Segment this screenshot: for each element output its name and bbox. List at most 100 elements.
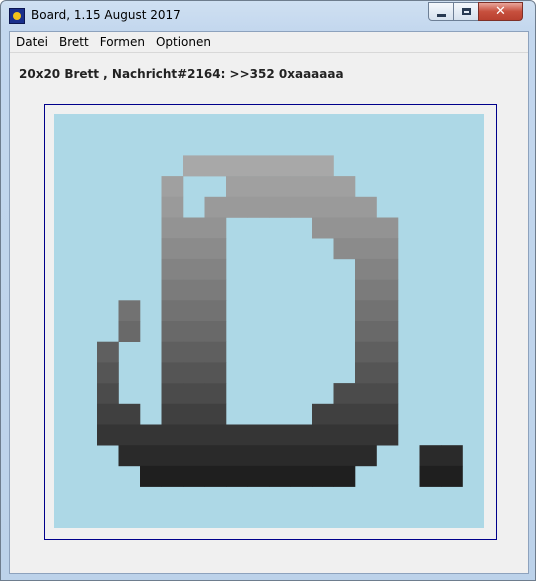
board-cell[interactable] (204, 341, 227, 363)
board-cell[interactable] (269, 465, 291, 487)
board-cell[interactable] (118, 403, 141, 425)
board-cell[interactable] (355, 445, 377, 467)
board-cell[interactable] (355, 279, 377, 301)
board-cell[interactable] (118, 424, 141, 446)
board-cell[interactable] (333, 196, 356, 218)
menu-optionen[interactable]: Optionen (151, 32, 216, 52)
board-cell[interactable] (312, 424, 334, 446)
board-cell[interactable] (419, 445, 442, 467)
board-cell[interactable] (312, 465, 334, 487)
board-cell[interactable] (333, 176, 356, 198)
board-cell[interactable] (376, 403, 399, 425)
board-cell[interactable] (355, 383, 377, 405)
board-cell[interactable] (376, 341, 399, 363)
board-cell[interactable] (97, 424, 119, 446)
board-cell[interactable] (226, 424, 248, 446)
board-cell[interactable] (226, 445, 248, 467)
board-cell[interactable] (183, 238, 205, 260)
board-cell[interactable] (355, 321, 377, 342)
board-cell[interactable] (140, 424, 162, 446)
board-cell[interactable] (204, 258, 227, 280)
board-cell[interactable] (290, 155, 313, 177)
board-cell[interactable] (161, 196, 184, 218)
board-cell[interactable] (376, 258, 399, 280)
board-cell[interactable] (183, 279, 205, 301)
board-cell[interactable] (290, 196, 313, 218)
maximize-button[interactable] (453, 2, 479, 21)
board-cell[interactable] (355, 341, 377, 363)
board-cell[interactable] (161, 362, 184, 384)
board-cell[interactable] (161, 321, 184, 342)
board-cell[interactable] (376, 362, 399, 384)
board-cell[interactable] (118, 445, 141, 467)
board-cell[interactable] (355, 362, 377, 384)
board-cell[interactable] (161, 176, 184, 198)
board-cell[interactable] (204, 403, 227, 425)
board-cell[interactable] (269, 155, 291, 177)
board-cell[interactable] (269, 424, 291, 446)
title-bar[interactable]: Board, 1.15 August 2017 ✕ (1, 1, 535, 30)
board-cell[interactable] (204, 196, 227, 218)
app-icon[interactable] (9, 8, 25, 24)
board-cell[interactable] (97, 341, 119, 363)
board-cell[interactable] (183, 424, 205, 446)
board-cell[interactable] (355, 424, 377, 446)
board-cell[interactable] (333, 424, 356, 446)
board-cell[interactable] (161, 258, 184, 280)
board-cell[interactable] (204, 465, 227, 487)
board-cell[interactable] (441, 465, 463, 487)
board-cell[interactable] (183, 258, 205, 280)
board-cell[interactable] (183, 341, 205, 363)
board-cell[interactable] (118, 321, 141, 342)
board-cell[interactable] (312, 196, 334, 218)
board-cell[interactable] (226, 176, 248, 198)
board-cell[interactable] (355, 403, 377, 425)
board-cell[interactable] (269, 176, 291, 198)
board-cell[interactable] (441, 445, 463, 467)
board-cell[interactable] (247, 424, 270, 446)
board-cell[interactable] (376, 321, 399, 342)
board-cell[interactable] (269, 445, 291, 467)
board-cell[interactable] (140, 465, 162, 487)
board-cell[interactable] (161, 403, 184, 425)
board-cell[interactable] (183, 217, 205, 239)
menu-datei[interactable]: Datei (11, 32, 53, 52)
board-grid[interactable] (54, 114, 484, 528)
board-canvas[interactable] (54, 114, 484, 528)
board-cell[interactable] (204, 300, 227, 322)
board-cell[interactable] (247, 196, 270, 218)
board-cell[interactable] (204, 155, 227, 177)
board-cell[interactable] (183, 445, 205, 467)
board-cell[interactable] (161, 383, 184, 405)
board-cell[interactable] (183, 300, 205, 322)
board-cell[interactable] (355, 238, 377, 260)
board-cell[interactable] (247, 176, 270, 198)
board-cell[interactable] (140, 445, 162, 467)
board-cell[interactable] (290, 445, 313, 467)
menu-brett[interactable]: Brett (54, 32, 94, 52)
board-cell[interactable] (183, 403, 205, 425)
board-cell[interactable] (333, 445, 356, 467)
board-cell[interactable] (161, 238, 184, 260)
board-cell[interactable] (204, 424, 227, 446)
board-cell[interactable] (376, 238, 399, 260)
board-cell[interactable] (355, 300, 377, 322)
board-cell[interactable] (333, 383, 356, 405)
board-cell[interactable] (161, 279, 184, 301)
board-cell[interactable] (161, 445, 184, 467)
board-cell[interactable] (333, 465, 356, 487)
board-cell[interactable] (226, 465, 248, 487)
close-button[interactable]: ✕ (478, 2, 523, 21)
board-cell[interactable] (355, 217, 377, 239)
board-cell[interactable] (376, 300, 399, 322)
board-cell[interactable] (183, 465, 205, 487)
board-cell[interactable] (290, 465, 313, 487)
board-cell[interactable] (226, 155, 248, 177)
board-cell[interactable] (204, 383, 227, 405)
board-cell[interactable] (376, 424, 399, 446)
board-cell[interactable] (204, 279, 227, 301)
board-cell[interactable] (333, 217, 356, 239)
board-cell[interactable] (161, 424, 184, 446)
board-cell[interactable] (312, 403, 334, 425)
menu-formen[interactable]: Formen (95, 32, 150, 52)
